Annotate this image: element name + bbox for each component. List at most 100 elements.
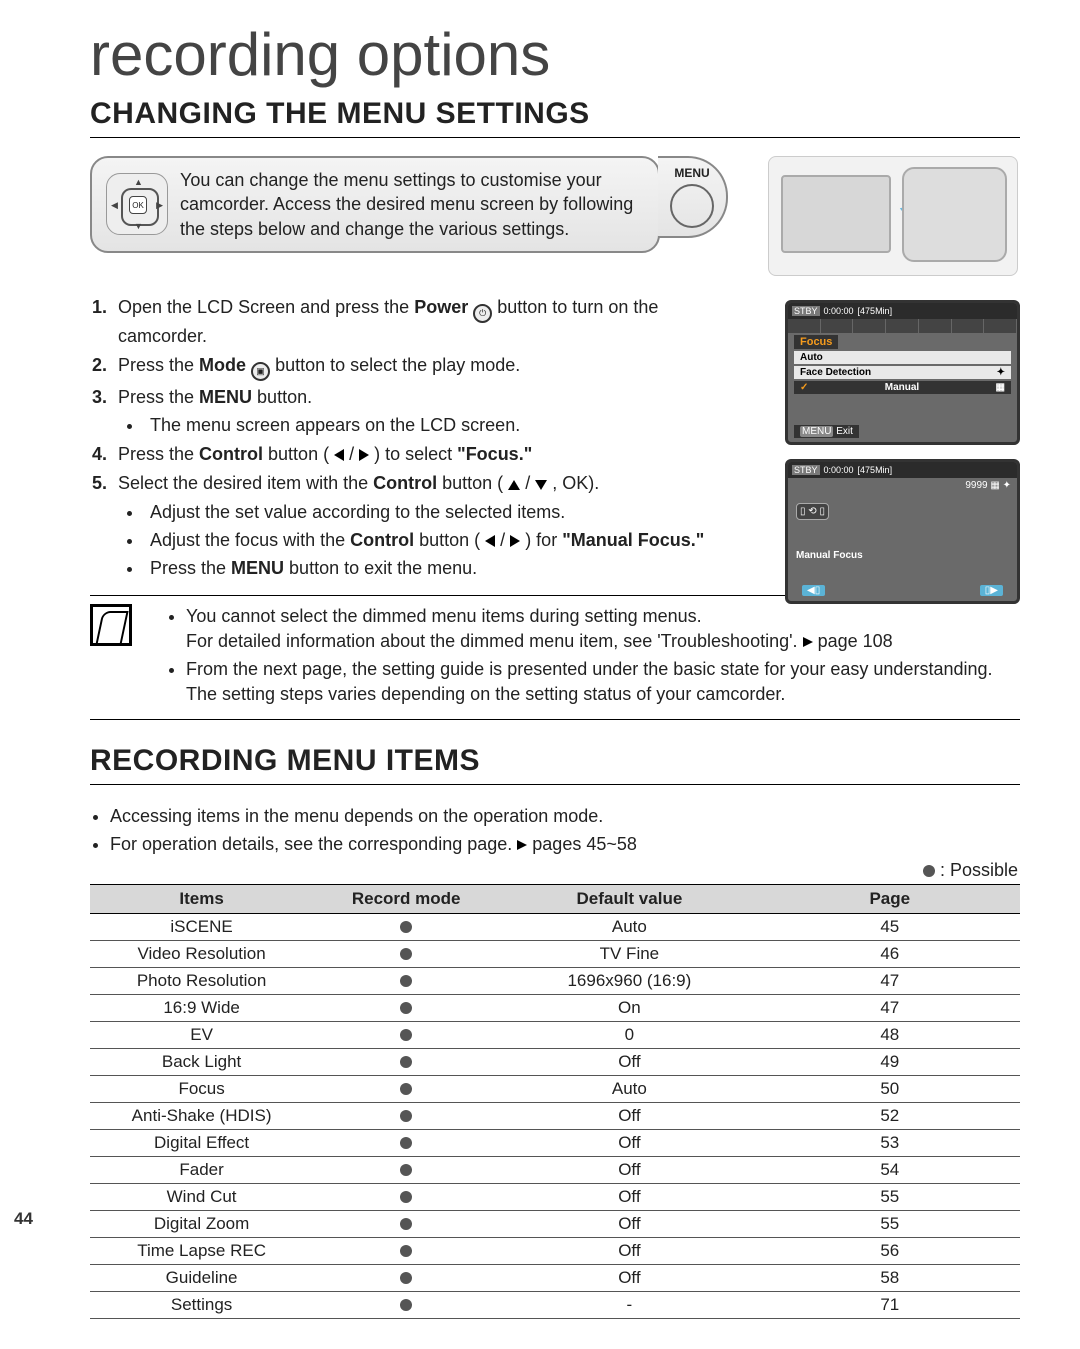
cell-item: Back Light <box>90 1048 313 1075</box>
table-row: Anti-Shake (HDIS)Off52 <box>90 1102 1020 1129</box>
cell-page: 46 <box>760 940 1020 967</box>
table-row: Video ResolutionTV Fine46 <box>90 940 1020 967</box>
heading-changing-menu: CHANGING THE MENU SETTINGS <box>90 97 1020 131</box>
lcd-nav-left-icon: ◀▯ <box>802 585 825 596</box>
cell-record-mode <box>313 1183 499 1210</box>
left-arrow-icon <box>334 449 344 461</box>
header-items: Items <box>90 884 313 913</box>
step-5: Select the desired item with the Control… <box>112 470 710 580</box>
lcd-opt-manual: Manual▦ <box>794 381 1011 394</box>
table-row: Digital Zoom Off55 <box>90 1210 1020 1237</box>
dot-icon <box>923 865 935 877</box>
dot-icon <box>400 1029 412 1041</box>
mode-icon: ▣ <box>251 362 270 381</box>
cell-record-mode <box>313 1210 499 1237</box>
cell-item: Photo Resolution <box>90 967 313 994</box>
cell-default: Off <box>499 1102 759 1129</box>
notes-list: You cannot select the dimmed menu items … <box>144 604 1020 711</box>
page-number: 44 <box>14 1209 33 1229</box>
page-ref-arrow-icon <box>517 840 527 850</box>
menu-label: MENU <box>674 166 709 180</box>
dot-icon <box>400 1245 412 1257</box>
dot-icon <box>400 1191 412 1203</box>
cell-record-mode <box>313 1129 499 1156</box>
cell-default: Off <box>499 1237 759 1264</box>
lcd-preview-focus-menu: STBY 0:00:00 [475Min] Focus Auto Face De… <box>785 300 1020 445</box>
cell-item: Settings <box>90 1291 313 1318</box>
cell-item: Digital Zoom <box>90 1210 313 1237</box>
lcd-manual-focus-label: Manual Focus <box>796 550 863 561</box>
table-row: Photo Resolution1696x960 (16:9)47 <box>90 967 1020 994</box>
recording-menu-table: Items Record mode Default value Page iSC… <box>90 884 1020 1319</box>
dot-icon <box>400 1218 412 1230</box>
cell-item: 16:9 Wide <box>90 994 313 1021</box>
cell-record-mode <box>313 1048 499 1075</box>
lcd-stby: STBY <box>792 465 820 475</box>
cell-record-mode <box>313 1021 499 1048</box>
camcorder-illustration <box>768 156 1018 276</box>
cell-item: Wind Cut <box>90 1183 313 1210</box>
header-page: Page <box>760 884 1020 913</box>
step-5-sub-3: Press the MENU button to exit the menu. <box>144 555 710 581</box>
table-row: Digital EffectOff53 <box>90 1129 1020 1156</box>
right-arrow-icon <box>359 449 369 461</box>
menu-ring-icon <box>670 184 714 228</box>
header-default-value: Default value <box>499 884 759 913</box>
intro-text: You can change the menu settings to cust… <box>180 168 644 241</box>
cell-default: Off <box>499 1183 759 1210</box>
intro-box: OK ▲▼ ◀▶ You can change the menu setting… <box>90 156 660 253</box>
cell-default: Off <box>499 1264 759 1291</box>
rule <box>90 137 1020 138</box>
down-arrow-icon <box>535 480 547 490</box>
cell-default: Off <box>499 1156 759 1183</box>
table-row: 16:9 Wide On47 <box>90 994 1020 1021</box>
cell-item: Guideline <box>90 1264 313 1291</box>
cell-item: Focus <box>90 1075 313 1102</box>
cell-record-mode <box>313 994 499 1021</box>
lcd-stby: STBY <box>792 306 820 316</box>
dpad-icon: OK ▲▼ ◀▶ <box>106 173 168 235</box>
table-row: FaderOff54 <box>90 1156 1020 1183</box>
cell-default: Off <box>499 1210 759 1237</box>
cell-record-mode <box>313 1264 499 1291</box>
cell-record-mode <box>313 1102 499 1129</box>
cell-item: Digital Effect <box>90 1129 313 1156</box>
cell-item: Anti-Shake (HDIS) <box>90 1102 313 1129</box>
cell-page: 50 <box>760 1075 1020 1102</box>
dot-icon <box>400 1164 412 1176</box>
cell-page: 55 <box>760 1183 1020 1210</box>
section2-intro-1: Accessing items in the menu depends on t… <box>110 803 1020 829</box>
dot-icon <box>400 1110 412 1122</box>
step-1: Open the LCD Screen and press the Power … <box>112 294 710 349</box>
cell-default: TV Fine <box>499 940 759 967</box>
table-row: Time Lapse RECOff56 <box>90 1237 1020 1264</box>
lcd-focus-title: Focus <box>794 335 838 349</box>
cell-page: 58 <box>760 1264 1020 1291</box>
cell-record-mode <box>313 1156 499 1183</box>
page-title: recording options <box>90 20 1020 89</box>
cell-page: 55 <box>760 1210 1020 1237</box>
table-legend: : Possible <box>60 860 1018 881</box>
cell-record-mode <box>313 1075 499 1102</box>
cell-default: - <box>499 1291 759 1318</box>
cell-page: 54 <box>760 1156 1020 1183</box>
dot-icon <box>400 948 412 960</box>
dot-icon <box>400 921 412 933</box>
cell-default: On <box>499 994 759 1021</box>
dot-icon <box>400 1056 412 1068</box>
power-icon: ⏻ <box>473 304 492 323</box>
cell-default: Off <box>499 1129 759 1156</box>
cell-record-mode <box>313 913 499 940</box>
lcd-preview-manual-focus: STBY 0:00:00 [475Min] 9999 ▦ ✦ ▯ ⟲ ▯ Man… <box>785 459 1020 604</box>
cell-item: Time Lapse REC <box>90 1237 313 1264</box>
dot-icon <box>400 1272 412 1284</box>
cell-record-mode <box>313 967 499 994</box>
cell-page: 47 <box>760 994 1020 1021</box>
cell-default: 1696x960 (16:9) <box>499 967 759 994</box>
cell-page: 71 <box>760 1291 1020 1318</box>
dot-icon <box>400 1002 412 1014</box>
rule <box>90 784 1020 785</box>
step-5-sub-2: Adjust the focus with the Control button… <box>144 527 710 553</box>
cell-page: 49 <box>760 1048 1020 1075</box>
header-record-mode: Record mode <box>313 884 499 913</box>
